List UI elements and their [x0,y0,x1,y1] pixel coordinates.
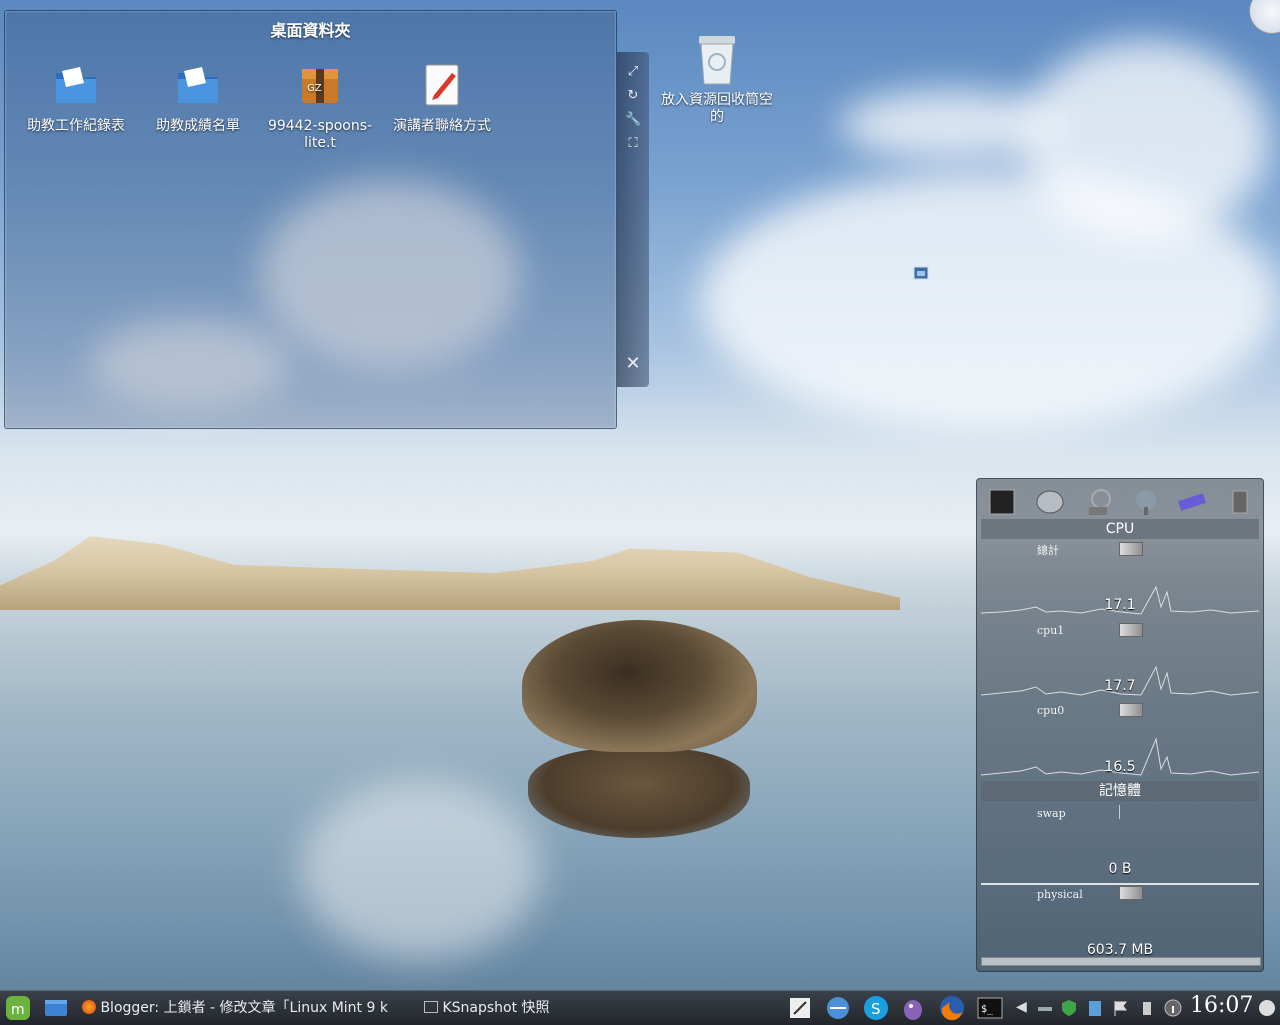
taskbar: m Blogger: 上鎖者 - 修改文章「Linux Mint 9 k KSn… [0,990,1280,1025]
svg-text:S: S [871,1000,881,1018]
clipboard-icon[interactable] [1086,999,1104,1017]
rock-reflection [528,748,750,838]
svg-text:m: m [11,1002,25,1018]
cpu0-label: cpu0 [1037,704,1065,717]
cpu1-bar [1119,623,1143,637]
memory-section-title: 記憶體 [981,781,1259,801]
cpu1-value: 17.7 [1104,678,1136,694]
physical-graph-base [981,957,1261,966]
desktop-file[interactable]: 演講者聯絡方式 [383,61,501,135]
folder-view-title: 桌面資料夾 [270,21,351,40]
cpu-total-bar [1119,542,1143,556]
file-label: 99442-spoons-lite.t [267,118,373,151]
text-editor-icon [425,64,459,106]
cpu-chip-icon[interactable] [987,487,1017,517]
shield-icon[interactable] [1060,999,1078,1017]
camera-small-icon [424,1001,438,1013]
rotate-icon[interactable]: ↻ [625,88,641,104]
trash-label: 放入資源回收筒空的 [661,92,773,125]
task-label: Blogger: 上鎖者 - 修改文章「Linux Mint 9 k [100,1000,388,1016]
swap-bar [1119,805,1120,819]
cpu1-label: cpu1 [1037,624,1065,637]
tray-expand-arrow-icon[interactable]: ◀ [1016,999,1034,1017]
network-tray-icon[interactable] [1036,999,1054,1017]
blue-folder-icon [178,67,218,103]
network-icon[interactable] [1131,487,1161,517]
harddisk-icon[interactable] [1035,487,1065,517]
terminal-icon[interactable]: $_ [976,994,1004,1022]
text-editor-launcher-icon[interactable] [786,994,814,1022]
hardware-info-icon[interactable] [1085,487,1115,517]
divider [981,883,1259,885]
file-label: 演講者聯絡方式 [393,118,491,134]
desktop-file[interactable]: 助教工作紀錄表 [17,61,135,135]
archive-gz-icon: GZ [302,69,338,103]
flag-icon[interactable] [1112,999,1130,1017]
file-label: 助教成績名單 [156,118,240,134]
physical-value: 603.7 MB [1086,942,1154,958]
cpu0-bar [1119,703,1143,717]
task-ksnapshot[interactable]: KSnapshot 快照 [424,995,624,1021]
panel-cashew-icon[interactable] [1258,999,1276,1017]
cpu-total-value: 17.1 [1104,597,1136,613]
pidgin-icon[interactable] [900,994,928,1022]
mint-menu-icon[interactable]: m [4,994,32,1022]
swap-value: 0 B [1108,861,1132,877]
svg-text:GZ: GZ [307,83,322,94]
info-icon[interactable] [1164,999,1182,1017]
monitor-tabs [985,483,1255,519]
settings-wrench-icon[interactable]: 🔧 [625,112,641,128]
system-monitor-widget[interactable]: CPU 總計 17.1 cpu1 17.7 cpu0 16.5 記憶體 swap… [976,478,1264,972]
battery-icon[interactable] [1225,487,1255,517]
skype-icon[interactable]: S [862,994,890,1022]
desktop-file[interactable]: 助教成績名單 [139,61,257,135]
desktop-toolbox-cashew[interactable] [1249,0,1280,34]
desktop-file[interactable]: GZ 99442-spoons-lite.t [261,61,379,152]
widget-handle[interactable]: ⤢ ↻ 🔧 ⛶ ✕ [617,52,649,387]
clock[interactable]: 16:07 [1190,993,1253,1018]
volume-icon[interactable] [1138,999,1156,1017]
desktop-icon[interactable] [42,994,70,1022]
resize-icon[interactable]: ⤢ [625,64,641,80]
rock [522,620,757,752]
file-label: 助教工作紀錄表 [27,118,125,134]
firefox-small-icon [82,1000,96,1014]
task-label: KSnapshot 快照 [442,1000,550,1016]
cpu-section-title: CPU [981,519,1259,539]
folder-view-widget[interactable]: 桌面資料夾 助教工作紀錄表 助教成績名單 GZ 99442-spoons-lit… [4,10,617,429]
physical-bar [1119,886,1143,900]
cpu-total-label: 總計 [1037,544,1059,557]
small-image-icon[interactable] [913,265,929,281]
task-blogger[interactable]: Blogger: 上鎖者 - 修改文章「Linux Mint 9 k [82,995,422,1021]
swap-label: swap [1037,807,1066,820]
shore [0,536,900,610]
trash-desktop-icon[interactable]: 放入資源回收筒空的 [658,30,776,126]
maximize-icon[interactable]: ⛶ [625,136,641,152]
firefox-icon[interactable] [938,994,966,1022]
close-icon[interactable]: ✕ [625,355,641,373]
cpu0-value: 16.5 [1104,759,1136,775]
memory-module-icon[interactable] [1177,487,1207,517]
chat-launcher-icon[interactable] [824,994,852,1022]
physical-label: physical [1037,888,1083,901]
trash-icon [699,36,735,85]
svg-text:$_: $_ [981,1004,994,1015]
blue-folder-icon [56,67,96,103]
